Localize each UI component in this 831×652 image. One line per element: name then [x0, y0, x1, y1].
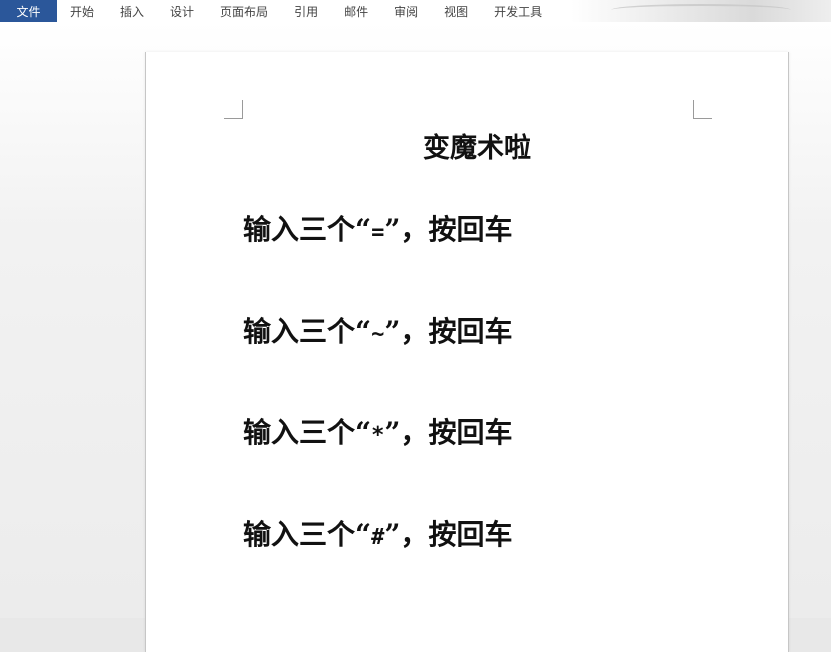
paragraph-line-1[interactable]: 输入三个“=”，按回车 — [243, 208, 512, 248]
ribbon-tab-bar: 文件 开始 插入 设计 页面布局 引用 邮件 审阅 视图 开发工具 — [0, 0, 831, 22]
line-text-prefix: 输入三个“ — [243, 315, 372, 348]
ribbon-background-decoration — [571, 0, 831, 22]
line-text-prefix: 输入三个“ — [243, 416, 372, 449]
paragraph-line-3[interactable]: 输入三个“*”，按回车 — [243, 411, 512, 451]
tab-mailings[interactable]: 邮件 — [331, 0, 381, 22]
line-text-prefix: 输入三个“ — [243, 518, 372, 551]
line-text-suffix: ”，按回车 — [384, 416, 513, 449]
line-text-suffix: ”，按回车 — [384, 315, 513, 348]
document-page[interactable]: 变魔术啦 输入三个“=”，按回车 输入三个“~”，按回车 输入三个“*”，按回车… — [145, 52, 789, 652]
tab-design[interactable]: 设计 — [157, 0, 207, 22]
tab-file[interactable]: 文件 — [0, 0, 57, 22]
document-title-row: 变魔术啦 — [146, 126, 788, 165]
line-symbol: * — [371, 423, 385, 448]
line-text-prefix: 输入三个“ — [243, 213, 372, 246]
margin-corner-top-right — [693, 100, 712, 119]
tab-review[interactable]: 审阅 — [381, 0, 431, 22]
tab-references[interactable]: 引用 — [281, 0, 331, 22]
tab-home[interactable]: 开始 — [57, 0, 107, 22]
line-symbol: = — [371, 220, 385, 245]
tab-developer[interactable]: 开发工具 — [481, 0, 555, 22]
line-text-suffix: ”，按回车 — [384, 213, 513, 246]
line-text-suffix: ”，按回车 — [384, 518, 513, 551]
document-workspace[interactable]: 变魔术啦 输入三个“=”，按回车 输入三个“~”，按回车 输入三个“*”，按回车… — [0, 22, 831, 652]
line-symbol: # — [371, 525, 385, 550]
document-title[interactable]: 变魔术啦 — [423, 126, 531, 165]
margin-corner-top-left — [224, 100, 243, 119]
paragraph-line-4[interactable]: 输入三个“#”，按回车 — [243, 513, 512, 553]
paragraph-line-2[interactable]: 输入三个“~”，按回车 — [243, 310, 512, 350]
tab-page-layout[interactable]: 页面布局 — [207, 0, 281, 22]
line-symbol: ~ — [371, 322, 385, 347]
tab-view[interactable]: 视图 — [431, 0, 481, 22]
tab-insert[interactable]: 插入 — [107, 0, 157, 22]
